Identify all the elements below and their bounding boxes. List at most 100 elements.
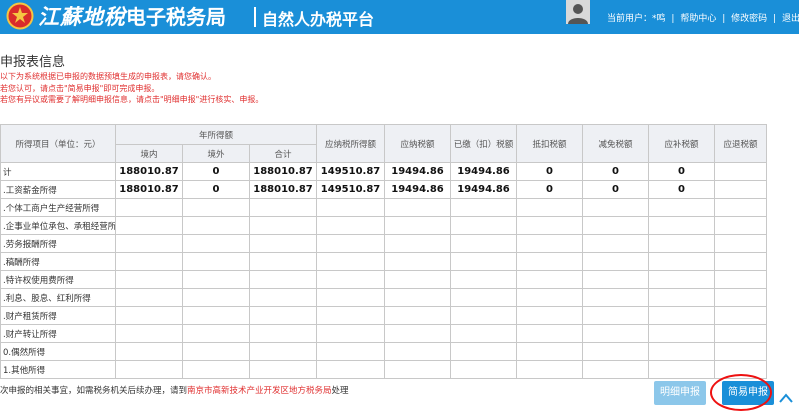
- table-cell: [648, 216, 716, 235]
- table-cell: 0: [648, 162, 716, 181]
- table-row: .财产租赁所得: [0, 306, 768, 325]
- table-cell: [516, 288, 584, 307]
- table-cell: 0: [582, 162, 650, 181]
- table-cell: [316, 360, 386, 379]
- table-cell: [115, 360, 183, 379]
- table-cell: [384, 270, 452, 289]
- table-cell: [384, 252, 452, 271]
- table-cell: [582, 252, 650, 271]
- simple-declaration-button[interactable]: 简易申报: [722, 381, 774, 405]
- footer-note-prefix: 次申报的相关事宜，如需税务机关后续办理，请到: [0, 386, 188, 396]
- table-cell: [450, 270, 518, 289]
- table-cell: [248, 360, 318, 379]
- table-cell: [316, 252, 386, 271]
- table-cell: [582, 360, 650, 379]
- table-cell: [714, 270, 768, 289]
- instruction-notes: 以下为系统根据已申报的数据预填生成的申报表，请您确认。 若您认可，请点击"简易申…: [0, 71, 263, 106]
- user-avatar[interactable]: [566, 0, 590, 24]
- table-cell: [182, 216, 250, 235]
- footer-note-suffix: 处理: [331, 386, 349, 396]
- table-row: 1.其他所得: [0, 360, 768, 379]
- detail-declaration-button[interactable]: 明细申报: [654, 381, 706, 405]
- table-cell: [115, 324, 183, 343]
- header-tax-supplement: 应补税额: [648, 124, 716, 163]
- table-cell: 188010.87: [248, 180, 318, 199]
- table-cell: [450, 288, 518, 307]
- table-cell: [582, 234, 650, 253]
- row-label: .稿酬所得: [0, 252, 116, 271]
- table-cell: [648, 270, 716, 289]
- table-cell: [115, 306, 183, 325]
- table-cell: 0: [516, 162, 584, 181]
- table-cell: 19494.86: [384, 180, 452, 199]
- table-cell: [516, 216, 584, 235]
- row-label: .劳务报酬所得: [0, 234, 116, 253]
- current-user-label: 当前用户：: [607, 14, 653, 24]
- table-cell: [316, 216, 386, 235]
- table-cell: [115, 342, 183, 361]
- table-cell: [582, 324, 650, 343]
- row-label: .利息、股息、红利所得: [0, 288, 116, 307]
- platform-title: 自然人办税平台: [262, 10, 375, 29]
- row-label: .工资薪金所得: [0, 180, 116, 199]
- chevron-up-icon[interactable]: [778, 392, 794, 404]
- table-cell: [648, 252, 716, 271]
- table-cell: [316, 288, 386, 307]
- table-cell: 0: [582, 180, 650, 199]
- row-label: .财产租赁所得: [0, 306, 116, 325]
- toolbar-separator: |: [671, 14, 675, 24]
- header-tax-paid: 已缴（扣）税额: [450, 124, 518, 163]
- table-cell: [182, 342, 250, 361]
- table-cell: [714, 252, 768, 271]
- table-cell: [115, 252, 183, 271]
- user-silhouette-icon: [568, 4, 588, 24]
- row-label: .个体工商户生产经营所得: [0, 198, 116, 217]
- brand-plain-text: 电子税务局: [126, 5, 226, 29]
- table-cell: 0: [182, 180, 250, 199]
- instruction-line: 以下为系统根据已申报的数据预填生成的申报表，请您确认。: [0, 72, 216, 81]
- table-cell: [384, 342, 452, 361]
- table-cell: [714, 162, 768, 181]
- tax-bureau-link[interactable]: 南京市高新技术产业开发区地方税务局: [187, 386, 332, 396]
- table-cell: [384, 216, 452, 235]
- table-cell: [714, 198, 768, 217]
- table-cell: [115, 234, 183, 253]
- table-cell: [248, 234, 318, 253]
- table-cell: [714, 360, 768, 379]
- table-cell: [248, 216, 318, 235]
- table-cell: [450, 324, 518, 343]
- table-cell: [714, 180, 768, 199]
- table-cell: [248, 270, 318, 289]
- table-cell: [450, 216, 518, 235]
- row-label: .企事业单位承包、承租经营所得: [0, 216, 116, 235]
- header-total: 合计: [248, 144, 318, 163]
- table-cell: [248, 252, 318, 271]
- table-cell: [384, 306, 452, 325]
- header-annual-income: 年所得额: [114, 124, 318, 145]
- table-cell: [182, 360, 250, 379]
- table-cell: 0: [516, 180, 584, 199]
- table-row: 计 188010.87 0 188010.87 149510.87 19494.86 194…: [0, 162, 768, 181]
- table-cell: 19494.86: [450, 180, 518, 199]
- table-cell: [714, 342, 768, 361]
- table-cell: [384, 324, 452, 343]
- header-divider: [254, 7, 256, 27]
- table-cell: [648, 324, 716, 343]
- table-cell: 149510.87: [316, 162, 386, 181]
- change-password-link[interactable]: 修改密码: [731, 11, 767, 24]
- help-center-link[interactable]: 帮助中心: [680, 11, 716, 24]
- table-cell: 188010.87: [115, 180, 183, 199]
- table-cell: [182, 288, 250, 307]
- table-cell: 188010.87: [248, 162, 318, 181]
- table-cell: [182, 306, 250, 325]
- table-cell: [516, 198, 584, 217]
- table-cell: [115, 216, 183, 235]
- site-brand[interactable]: 江蘇地稅电子税务局: [38, 4, 226, 32]
- table-row: .稿酬所得: [0, 252, 768, 271]
- logout-link[interactable]: 退出: [782, 11, 799, 24]
- table-cell: [714, 234, 768, 253]
- table-row: .特许权使用费所得: [0, 270, 768, 289]
- table-cell: [450, 306, 518, 325]
- table-cell: [182, 324, 250, 343]
- top-header: 江蘇地稅电子税务局 自然人办税平台 当前用户：*鸣 | 帮助中心 | 修改密码 …: [0, 0, 799, 34]
